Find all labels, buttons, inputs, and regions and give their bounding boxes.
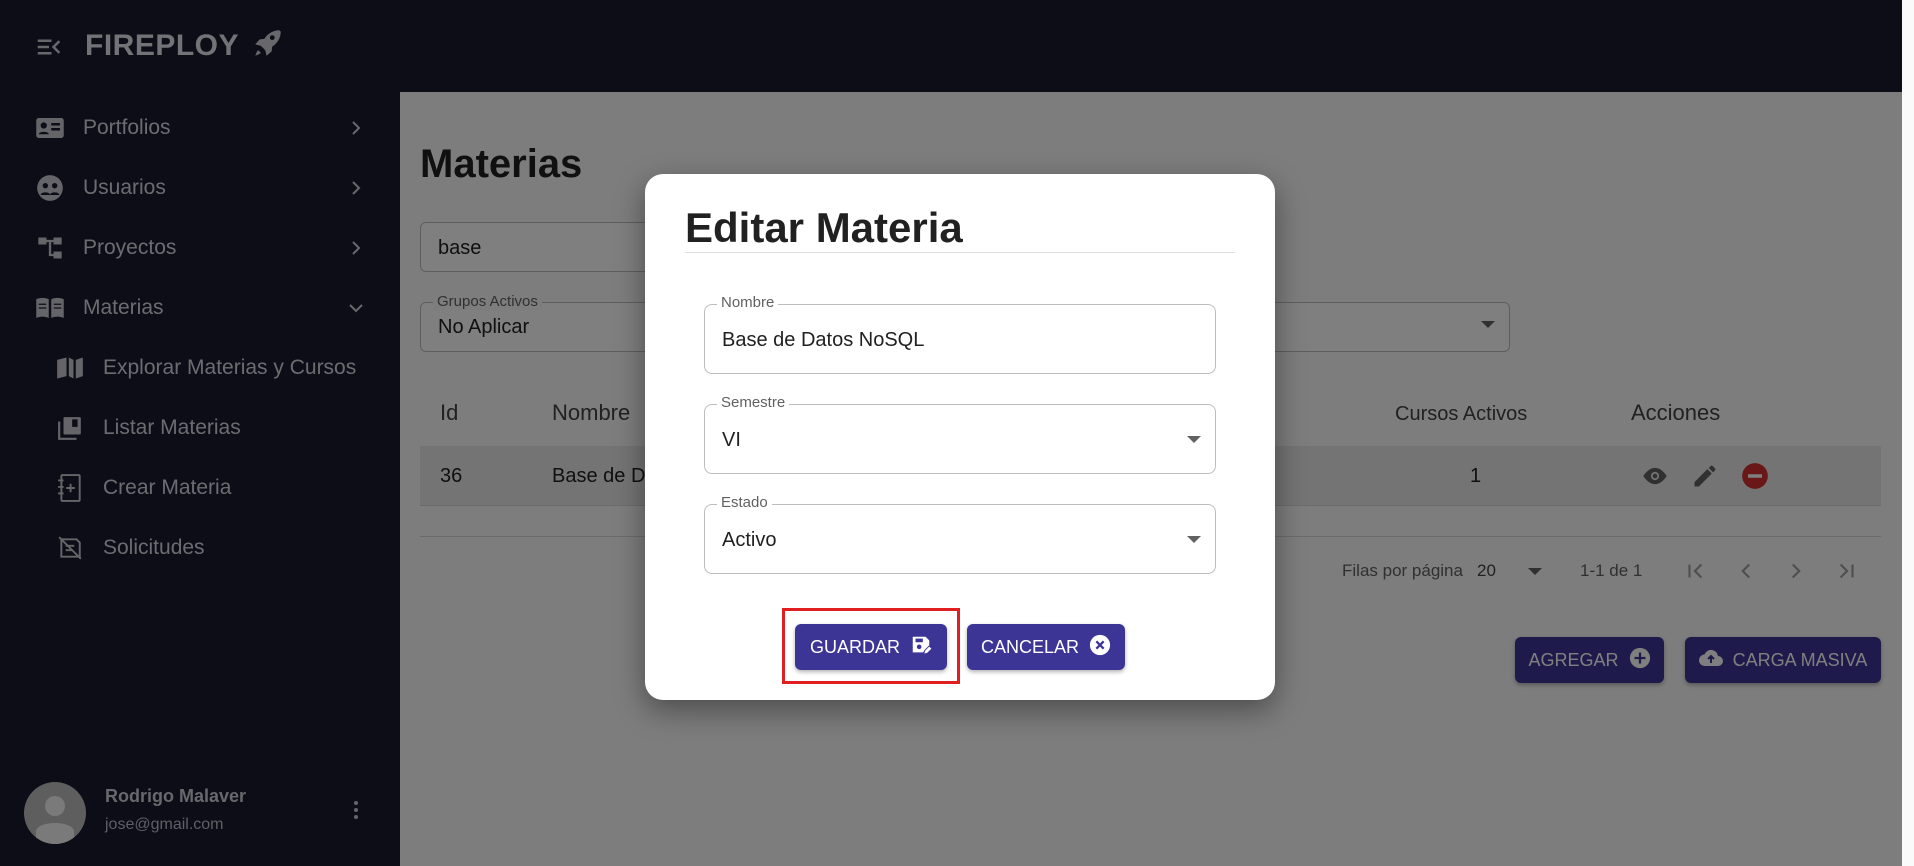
estado-select-value: Activo bbox=[722, 529, 777, 551]
nombre-field[interactable]: Nombre Base de Datos NoSQL bbox=[704, 294, 1216, 374]
dropdown-arrow-icon bbox=[1187, 436, 1201, 443]
semestre-select-value: VI bbox=[722, 429, 741, 451]
page-edge bbox=[1902, 0, 1914, 866]
estado-select-label: Estado bbox=[717, 494, 772, 511]
semestre-select[interactable]: Semestre VI bbox=[704, 394, 1216, 474]
dialog-divider bbox=[685, 252, 1235, 253]
cancelar-button[interactable]: CANCELAR bbox=[967, 624, 1125, 670]
cancel-circle-icon bbox=[1089, 634, 1111, 661]
nombre-field-value: Base de Datos NoSQL bbox=[722, 329, 925, 351]
edit-materia-dialog: Editar Materia Nombre Base de Datos NoSQ… bbox=[645, 174, 1275, 700]
nombre-field-label: Nombre bbox=[717, 294, 779, 311]
guardar-highlight-box bbox=[782, 608, 960, 684]
cancelar-button-label: CANCELAR bbox=[980, 636, 1080, 657]
estado-select[interactable]: Estado Activo bbox=[704, 494, 1216, 574]
dialog-title: Editar Materia bbox=[685, 204, 963, 251]
semestre-select-label: Semestre bbox=[717, 394, 790, 411]
dropdown-arrow-icon bbox=[1187, 536, 1201, 543]
